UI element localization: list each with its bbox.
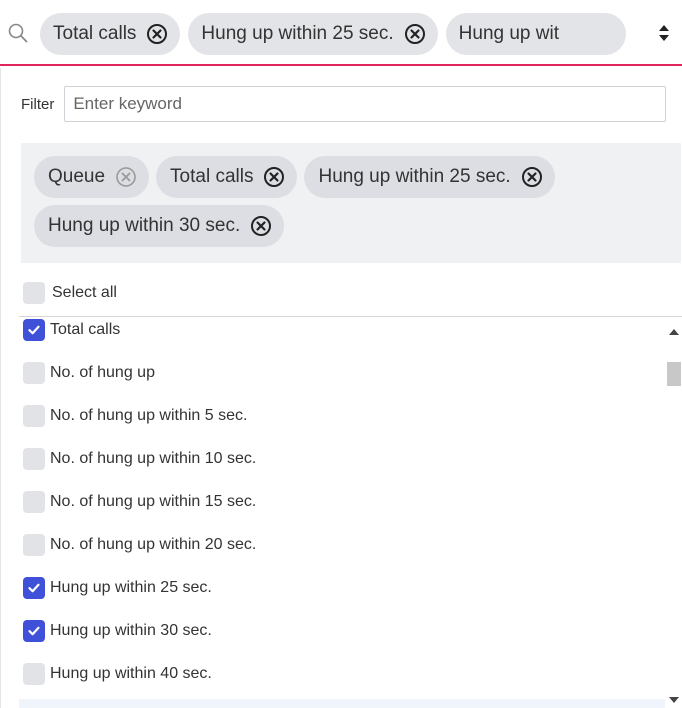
list-item[interactable]: Hung up within 30 sec.	[23, 618, 212, 644]
bar-tag-label: Hung up wit	[458, 23, 559, 44]
selected-tag-label: Hung up within 25 sec.	[318, 166, 511, 187]
check-icon	[28, 325, 40, 335]
check-icon	[28, 583, 40, 593]
scroll-up-arrow-icon[interactable]	[669, 329, 679, 335]
close-circle-icon[interactable]	[146, 23, 168, 45]
option-checkbox[interactable]	[23, 405, 45, 427]
list-item[interactable]: No. of hung up within 20 sec.	[23, 532, 256, 558]
bar-tag-hung-up-25: Hung up within 25 sec.	[188, 13, 438, 55]
option-checkbox[interactable]	[23, 491, 45, 513]
filter-input[interactable]	[64, 86, 667, 122]
close-circle-icon[interactable]	[521, 166, 543, 188]
selected-tags-bar: Total calls Hung up within 25 sec. Hung …	[40, 13, 626, 55]
selected-tag-hung-up-30: Hung up within 30 sec.	[34, 205, 285, 247]
list-item[interactable]: No. of hung up within 10 sec.	[23, 446, 256, 472]
option-checkbox[interactable]	[23, 319, 45, 341]
option-checkbox[interactable]	[23, 577, 45, 599]
option-checkbox[interactable]	[23, 448, 45, 470]
option-label: No. of hung up	[50, 364, 155, 381]
list-item-partial	[19, 699, 665, 708]
selected-tag-queue: Queue	[34, 156, 150, 198]
filter-label: Filter	[21, 95, 55, 113]
selected-tag-label: Hung up within 30 sec.	[48, 215, 241, 236]
check-icon	[28, 626, 40, 636]
option-label: Hung up within 30 sec.	[50, 622, 212, 639]
option-checkbox[interactable]	[23, 362, 45, 384]
list-item[interactable]: Hung up within 25 sec.	[23, 575, 212, 601]
bar-tag-hung-up-30: Hung up wit	[445, 13, 626, 55]
search-icon	[8, 23, 28, 43]
close-circle-icon[interactable]	[263, 166, 285, 188]
dropdown-toggle[interactable]	[646, 10, 682, 56]
option-checkbox[interactable]	[23, 663, 45, 685]
select-all-label: Select all	[52, 284, 117, 301]
filter-row: Filter	[21, 86, 667, 122]
sort-arrows-icon	[659, 25, 669, 41]
bar-tag-label: Total calls	[53, 23, 137, 44]
option-label: No. of hung up within 15 sec.	[50, 493, 257, 510]
selected-tag-label: Total calls	[170, 166, 254, 187]
option-label: No. of hung up within 20 sec.	[50, 536, 257, 553]
close-circle-icon[interactable]	[115, 166, 137, 188]
select-all-checkbox[interactable]	[23, 282, 45, 304]
close-circle-icon[interactable]	[250, 215, 272, 237]
option-label: No. of hung up within 10 sec.	[50, 450, 257, 467]
list-item[interactable]: No. of hung up	[23, 360, 155, 386]
selected-items-box: Queue Total calls Hung up within 25 sec.…	[21, 143, 681, 263]
option-label: No. of hung up within 5 sec.	[50, 407, 248, 424]
option-label: Hung up within 25 sec.	[50, 579, 212, 596]
list-item[interactable]: Hung up within 40 sec.	[23, 661, 212, 687]
list-scrollbar[interactable]	[665, 317, 682, 708]
option-label: Hung up within 40 sec.	[50, 665, 212, 682]
option-label: Total calls	[50, 321, 121, 338]
selected-tag-hung-up-25: Hung up within 25 sec.	[304, 156, 555, 198]
list-item[interactable]: No. of hung up within 15 sec.	[23, 489, 256, 515]
bar-tag-label: Hung up within 25 sec.	[201, 23, 394, 44]
select-all-option[interactable]: Select all	[23, 280, 117, 306]
list-item[interactable]: Total calls	[23, 317, 120, 343]
multi-select-bar[interactable]: Total calls Hung up within 25 sec. Hung …	[0, 0, 682, 66]
selected-tag-total-calls: Total calls	[156, 156, 298, 198]
list-item[interactable]: No. of hung up within 5 sec.	[23, 403, 247, 429]
close-circle-icon[interactable]	[404, 23, 426, 45]
bar-tag-total-calls: Total calls	[40, 13, 181, 55]
options-list[interactable]: Total calls No. of hung up No. of hung u…	[1, 317, 665, 708]
option-checkbox[interactable]	[23, 620, 45, 642]
scroll-thumb[interactable]	[667, 362, 681, 386]
option-checkbox[interactable]	[23, 534, 45, 556]
dropdown-panel: Filter Queue Total calls Hung up within …	[0, 68, 682, 708]
selected-tag-label: Queue	[48, 166, 106, 187]
scroll-down-arrow-icon[interactable]	[669, 697, 679, 703]
